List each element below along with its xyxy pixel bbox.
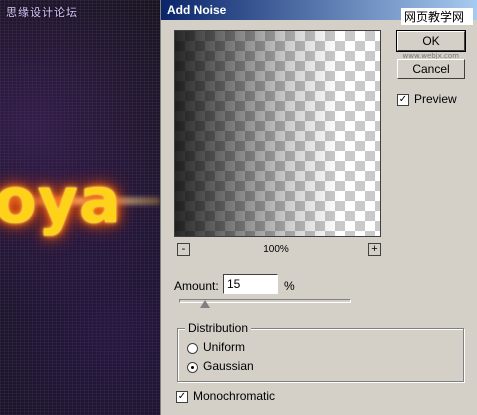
zoom-in-button[interactable]: + [368, 243, 381, 256]
monochromatic-label: Monochromatic [193, 389, 276, 403]
cancel-button[interactable]: Cancel [397, 59, 465, 79]
amount-label: Amount: [174, 279, 219, 293]
preview-label: Preview [414, 92, 457, 106]
preview-checkbox[interactable]: ✓ [397, 94, 409, 106]
gaussian-radio[interactable] [187, 362, 198, 373]
monochromatic-checkbox[interactable]: ✓ [176, 391, 188, 403]
check-icon: ✓ [177, 391, 187, 402]
distribution-group [177, 328, 464, 382]
gaussian-label: Gaussian [203, 359, 254, 373]
amount-input[interactable] [223, 274, 278, 294]
uniform-radio[interactable] [187, 343, 198, 354]
site-watermark: 网页教学网 [401, 8, 473, 25]
add-noise-dialog: Add Noise 网页教学网 www.webjx.com - 100% + O… [160, 0, 477, 415]
ok-button[interactable]: OK [396, 30, 466, 52]
distribution-label: Distribution [185, 321, 252, 335]
watermark-text: 思缘设计论坛 [6, 7, 78, 19]
glow-text-art: oya [0, 164, 122, 237]
zoom-level: 100% [263, 244, 289, 255]
amount-unit: % [284, 279, 295, 293]
check-icon: ✓ [398, 94, 408, 105]
amount-slider-thumb[interactable] [199, 300, 210, 308]
uniform-label: Uniform [203, 340, 246, 354]
noise-preview[interactable] [174, 30, 381, 237]
zoom-out-button[interactable]: - [177, 243, 190, 256]
image-canvas: 思缘设计论坛 oya [0, 0, 160, 415]
